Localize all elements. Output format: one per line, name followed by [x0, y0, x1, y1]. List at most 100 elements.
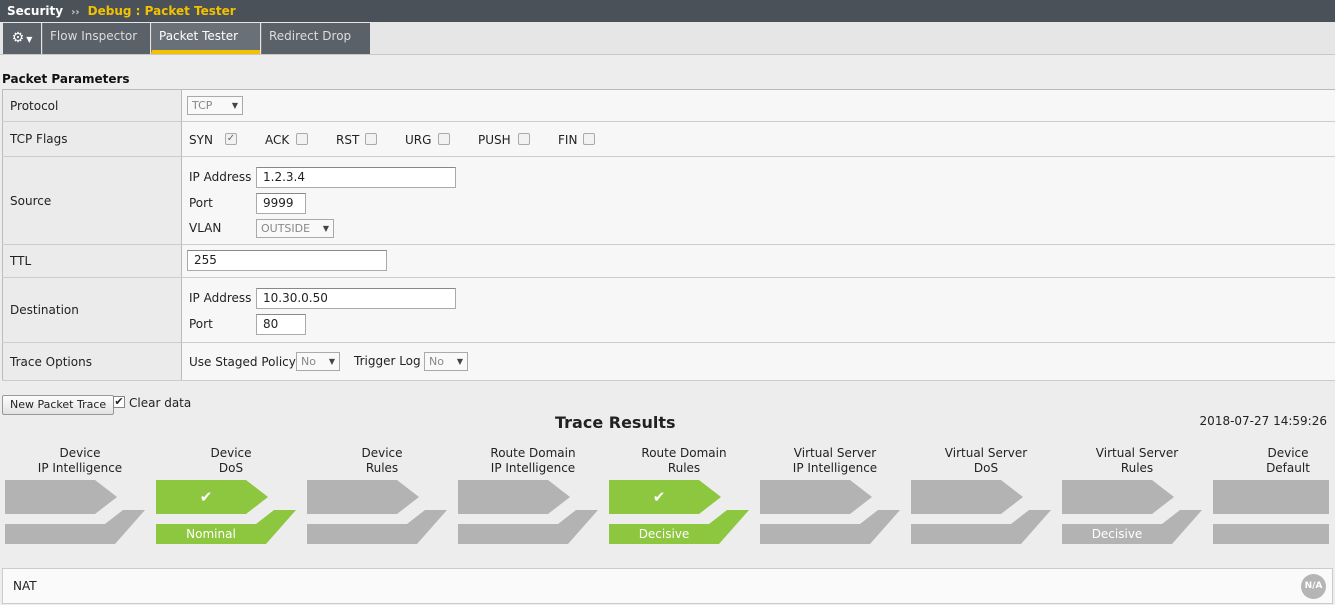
- trace-stage-title: Virtual Server Rules: [1062, 446, 1212, 476]
- stage-title-line1: Virtual Server: [1095, 446, 1179, 460]
- flag-rst-checkbox[interactable]: [365, 133, 377, 145]
- breadcrumb-current: Debug : Packet Tester: [87, 4, 236, 18]
- flag-syn-checkbox[interactable]: ✓: [225, 133, 237, 145]
- stage-arrow-top: [911, 480, 1023, 514]
- trace-stage: Route Domain IP Intelligence: [458, 446, 608, 546]
- new-packet-trace-button[interactable]: New Packet Trace: [2, 395, 115, 415]
- stage-title-line2: Rules: [667, 461, 701, 475]
- source-label: Source: [2, 157, 182, 244]
- check-icon: ✔: [199, 488, 213, 506]
- flag-fin-checkbox[interactable]: [583, 133, 595, 145]
- destination-ip-input[interactable]: 10.30.0.50: [256, 288, 456, 309]
- flag-fin-label: FIN: [558, 133, 578, 147]
- flag-push-checkbox[interactable]: [518, 133, 530, 145]
- row-destination: Destination IP Address 10.30.0.50 Port 8…: [2, 278, 1335, 343]
- flag-ack-label: ACK: [265, 133, 290, 147]
- protocol-label: Protocol: [2, 90, 182, 121]
- trace-stage: Virtual Server DoS: [911, 446, 1061, 546]
- trigger-log-value: No: [429, 355, 444, 368]
- flag-urg-checkbox[interactable]: [438, 133, 450, 145]
- trace-stage: Virtual Server IP Intelligence: [760, 446, 910, 546]
- trigger-log-label: Trigger Log: [354, 354, 421, 368]
- row-tcp-flags: TCP Flags SYN ✓ ACK RST URG PUSH FIN: [2, 122, 1335, 157]
- stage-arrow-graphic: [458, 480, 598, 544]
- stage-arrow-top: [1213, 480, 1329, 514]
- source-vlan-select[interactable]: OUTSIDE ▼: [256, 219, 334, 238]
- row-trace-options: Trace Options Use Staged Policy No ▼ Tri…: [2, 343, 1335, 381]
- stage-title-line1: Device: [361, 446, 403, 460]
- trace-stage: Device Default: [1213, 446, 1335, 546]
- chevron-down-icon: ▼: [322, 224, 329, 233]
- staged-policy-value: No: [301, 355, 316, 368]
- source-port-label: Port: [189, 196, 213, 210]
- trace-results-title: Trace Results: [555, 413, 676, 432]
- staged-policy-select[interactable]: No ▼: [296, 352, 340, 371]
- trace-stage-title: Device Rules: [307, 446, 457, 476]
- destination-port-label: Port: [189, 317, 213, 331]
- source-port-input[interactable]: 9999: [256, 193, 306, 214]
- trace-options-label: Trace Options: [2, 343, 182, 380]
- protocol-select[interactable]: TCP ▼: [187, 96, 243, 115]
- flag-urg-label: URG: [405, 133, 432, 147]
- destination-port-input[interactable]: 80: [256, 314, 306, 335]
- title-bar: Security ›› Debug : Packet Tester: [0, 0, 1335, 22]
- clear-data-checkbox[interactable]: ✔: [113, 396, 125, 408]
- vlan-value: OUTSIDE: [261, 222, 311, 235]
- na-badge: N/A: [1301, 574, 1326, 599]
- stage-result-label: Decisive: [638, 527, 690, 541]
- stage-arrow-top: [307, 480, 419, 514]
- chevron-down-icon: ▼: [328, 357, 335, 366]
- stage-title-line2: Rules: [1120, 461, 1154, 475]
- stage-arrow-top: [760, 480, 872, 514]
- trace-stage: Device IP Intelligence: [5, 446, 155, 546]
- stage-title-line1: Virtual Server: [944, 446, 1028, 460]
- stage-arrow-bottom: [307, 510, 447, 544]
- stage-arrow-graphic: [760, 480, 900, 544]
- stage-title-line1: Device: [210, 446, 252, 460]
- trace-stage-title: Device DoS: [156, 446, 306, 476]
- stage-title-line2: IP Intelligence: [792, 461, 878, 475]
- stage-arrow-graphic: [1213, 480, 1329, 544]
- trace-stage-title: Virtual Server DoS: [911, 446, 1061, 476]
- trace-stage: Route Domain Rules ✔ Decisive: [609, 446, 759, 546]
- stage-title-line1: Device: [59, 446, 101, 460]
- stage-arrow-top: [458, 480, 570, 514]
- stage-arrow-bottom: [911, 510, 1051, 544]
- stage-title-line2: IP Intelligence: [490, 461, 576, 475]
- stage-result-label: Decisive: [1091, 527, 1143, 541]
- flag-ack-checkbox[interactable]: [296, 133, 308, 145]
- stage-title-line1: Device: [1267, 446, 1309, 460]
- row-source: Source IP Address 1.2.3.4 Port 9999 VLAN…: [2, 157, 1335, 245]
- trace-stage: Device DoS ✔ Nominal: [156, 446, 306, 546]
- stage-title-line2: Rules: [365, 461, 399, 475]
- tab-redirect-drop[interactable]: Redirect Drop: [261, 23, 370, 54]
- destination-label: Destination: [2, 278, 182, 342]
- stage-arrow-bottom: [760, 510, 900, 544]
- clear-data-label: Clear data: [129, 396, 192, 410]
- tab-flow-inspector[interactable]: Flow Inspector: [42, 23, 150, 54]
- breadcrumb-root[interactable]: Security: [7, 4, 63, 18]
- tab-strip: ⚙ ▼ Flow Inspector Packet Tester Redirect…: [0, 22, 1335, 55]
- trace-stage: Device Rules: [307, 446, 457, 546]
- gear-menu-button[interactable]: ⚙ ▼: [3, 23, 41, 54]
- flag-syn-label: SYN: [189, 133, 213, 147]
- source-ip-input[interactable]: 1.2.3.4: [256, 167, 456, 188]
- stage-arrow-graphic: [5, 480, 145, 544]
- trace-stage-title: Route Domain IP Intelligence: [458, 446, 608, 476]
- stage-title-line1: Route Domain: [490, 446, 576, 460]
- trace-stage-title: Route Domain Rules: [609, 446, 759, 476]
- nat-label: NAT: [13, 579, 37, 593]
- trace-stage: Virtual Server Rules Decisive: [1062, 446, 1212, 546]
- packet-parameters-table: Protocol TCP ▼ TCP Flags SYN ✓ ACK RST U…: [2, 89, 1335, 381]
- stage-arrow-bottom: [1213, 524, 1329, 544]
- stage-arrow-top: [5, 480, 117, 514]
- ttl-label: TTL: [2, 245, 182, 277]
- ttl-input[interactable]: 255: [187, 250, 387, 271]
- check-icon: ✔: [652, 488, 666, 506]
- chevron-down-icon: ▼: [456, 357, 463, 366]
- trigger-log-select[interactable]: No ▼: [424, 352, 468, 371]
- stage-arrow-bottom: [458, 510, 598, 544]
- tab-packet-tester[interactable]: Packet Tester: [151, 23, 260, 54]
- stage-arrow-graphic: [911, 480, 1051, 544]
- breadcrumb-separator: ››: [71, 7, 80, 18]
